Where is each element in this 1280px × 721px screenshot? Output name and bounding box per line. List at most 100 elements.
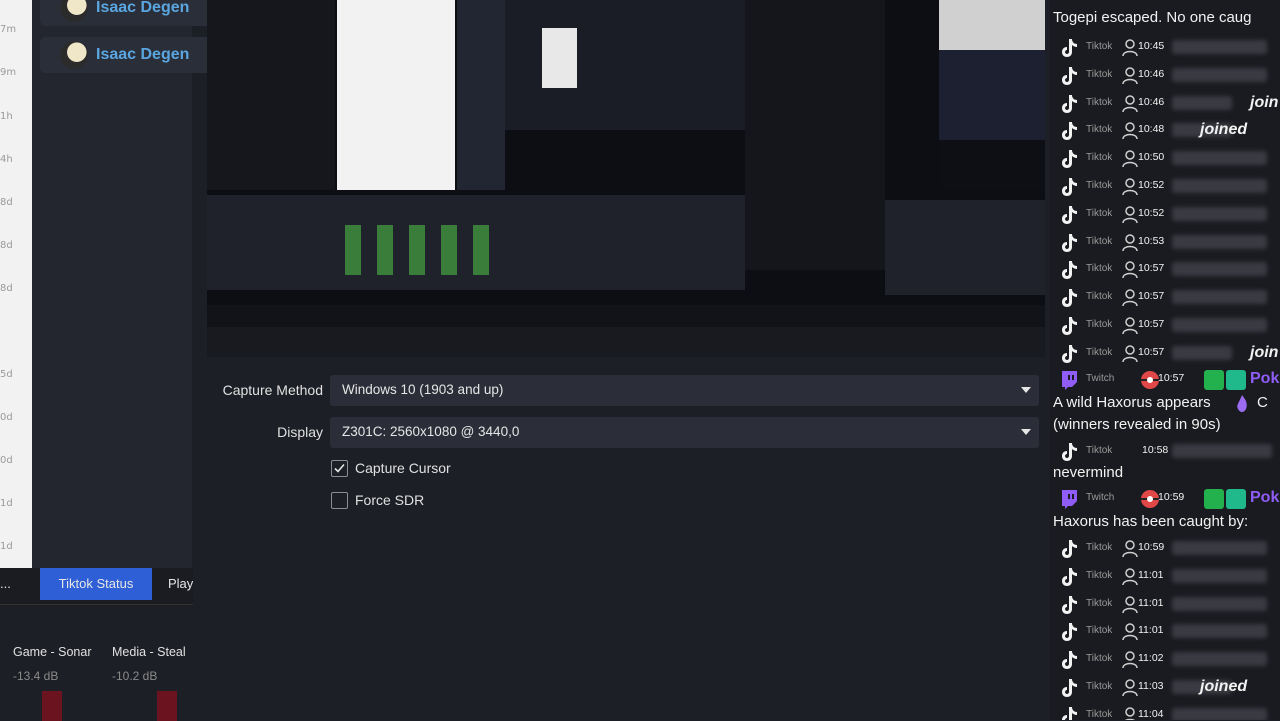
chat-row: Tiktok 11:03 joined <box>1054 675 1280 701</box>
preview-taskbar <box>207 305 1045 327</box>
chat-row: Tiktok 10:52 <box>1054 174 1280 200</box>
force-sdr-label[interactable]: Force SDR <box>355 492 424 508</box>
mixer-channel-name: Media - Steal <box>112 645 186 659</box>
chat-time: 11:01 <box>1138 624 1164 637</box>
tiktok-icon <box>1062 289 1077 308</box>
capture-cursor-label[interactable]: Capture Cursor <box>355 460 451 476</box>
platform-name: Tiktok <box>1086 180 1113 191</box>
preview-panel <box>457 0 505 190</box>
tiktok-icon <box>1062 595 1077 614</box>
platform-name: Twitch <box>1086 373 1115 384</box>
user-icon <box>1124 707 1136 720</box>
chat-time: 11:01 <box>1138 596 1164 609</box>
chat-time: 11:01 <box>1138 568 1164 581</box>
joined-tag: join <box>1250 343 1279 361</box>
user-icon <box>1122 317 1138 335</box>
chat-time: 10:58 <box>1142 444 1169 456</box>
chat-row: Tiktok 11:01 <box>1054 592 1280 618</box>
user-icon <box>1122 595 1138 613</box>
tiktok-icon <box>1062 122 1077 141</box>
preview-meter <box>409 225 425 275</box>
user-icon <box>1122 150 1138 168</box>
blurred-username <box>1172 262 1267 277</box>
chat-message: Togepi escaped. No one caug <box>1053 9 1252 26</box>
display-label: Display <box>277 424 323 440</box>
chat-row: Tiktok 10:58 <box>1054 439 1280 465</box>
pokeball-icon <box>1141 490 1159 508</box>
left-timeline-strip: 7m 9m 1h 4h 8d 8d 8d 5d 0d 0d 1d 1d <box>0 0 32 568</box>
chat-row: Tiktok 10:57 <box>1054 257 1280 283</box>
chat-row: Tiktok 10:57 <box>1054 285 1280 311</box>
chat-message: C <box>1257 394 1268 411</box>
preview-webcam <box>939 140 1045 190</box>
tiktok-icon <box>1062 443 1077 461</box>
display-select[interactable]: Z301C: 2560x1080 @ 3440,0 <box>330 417 1039 448</box>
user-icon <box>1122 39 1138 57</box>
preview-light-window <box>337 0 455 190</box>
twitch-icon <box>1062 371 1077 390</box>
chevron-down-icon <box>1021 429 1031 435</box>
blurred-username <box>1172 179 1267 193</box>
preview-light-window <box>939 0 1045 50</box>
platform-name: Tiktok <box>1086 597 1113 609</box>
blurred-username <box>1172 290 1267 305</box>
capture-method-value: Windows 10 (1903 and up) <box>342 382 504 397</box>
capture-method-select[interactable]: Windows 10 (1903 and up) <box>330 375 1039 406</box>
user-icon <box>1122 233 1138 251</box>
chat-time: 10:45 <box>1138 40 1165 52</box>
chat-time: 11:04 <box>1138 707 1164 720</box>
chat-time: 10:52 <box>1138 206 1165 219</box>
badge-icon <box>1226 370 1246 390</box>
platform-name: Tiktok <box>1086 207 1113 219</box>
tiktok-icon <box>1062 233 1077 252</box>
user-icon <box>1122 261 1138 279</box>
tiktok-icon <box>1062 344 1077 363</box>
time-label: 8d <box>0 197 13 208</box>
tab-tiktok-status[interactable]: Tiktok Status <box>40 568 152 600</box>
chat-time: 10:57 <box>1138 345 1165 358</box>
chat-row: Tiktok 10:57 <box>1054 313 1280 339</box>
twitch-icon <box>1062 490 1077 509</box>
time-label: 1d <box>0 498 13 509</box>
purple-flame-icon <box>1237 395 1247 412</box>
capture-method-label: Capture Method <box>222 382 323 398</box>
platform-name: Tiktok <box>1086 708 1113 720</box>
volume-meter <box>42 691 62 721</box>
user-row[interactable]: Isaac Degen <box>40 37 220 73</box>
user-row[interactable]: Isaac Degen <box>40 0 220 26</box>
chat-row: Tiktok 11:02 <box>1054 647 1280 673</box>
chat-time: 10:57 <box>1138 290 1165 303</box>
platform-name: Tiktok <box>1086 653 1113 665</box>
dock-tab-bar: ... Tiktok Status Play <box>0 568 193 604</box>
tab-play[interactable]: Play <box>168 568 193 600</box>
preview-meter <box>473 225 489 275</box>
chat-row: Tiktok 10:46 join <box>1054 91 1280 117</box>
platform-name: Tiktok <box>1086 542 1113 553</box>
user-icon <box>1122 94 1138 112</box>
chat-row: Tiktok 10:59 <box>1054 536 1280 562</box>
mixer-channel-db: -13.4 dB <box>13 669 59 683</box>
time-label: 8d <box>0 240 13 251</box>
chat-time: 10:59 <box>1138 541 1165 553</box>
platform-name: Tiktok <box>1086 569 1113 581</box>
platform-name: Tiktok <box>1086 346 1113 358</box>
user-name: Isaac Degen <box>96 0 190 16</box>
chat-time: 10:52 <box>1138 179 1165 191</box>
blurred-username <box>1172 318 1267 332</box>
user-icon <box>1122 568 1138 585</box>
platform-name: Tiktok <box>1086 625 1113 637</box>
user-list-panel: Isaac Degen Isaac Degen <box>32 0 220 568</box>
tiktok-icon <box>1062 261 1077 280</box>
capture-cursor-checkbox[interactable] <box>331 460 348 477</box>
tiktok-icon <box>1062 66 1077 85</box>
platform-name: Tiktok <box>1086 41 1113 52</box>
user-icon <box>1122 289 1138 307</box>
chat-overlay: Togepi escaped. No one caug Tiktok 10:45 T… <box>1050 0 1280 720</box>
blurred-username <box>1172 568 1267 583</box>
chat-time: 10:50 <box>1138 151 1165 164</box>
dock-more-button[interactable]: ... <box>0 568 14 600</box>
time-label: 8d <box>0 283 13 294</box>
joined-tag: joined <box>1200 678 1248 695</box>
time-label: 5d <box>0 369 13 380</box>
force-sdr-checkbox[interactable] <box>331 492 348 509</box>
